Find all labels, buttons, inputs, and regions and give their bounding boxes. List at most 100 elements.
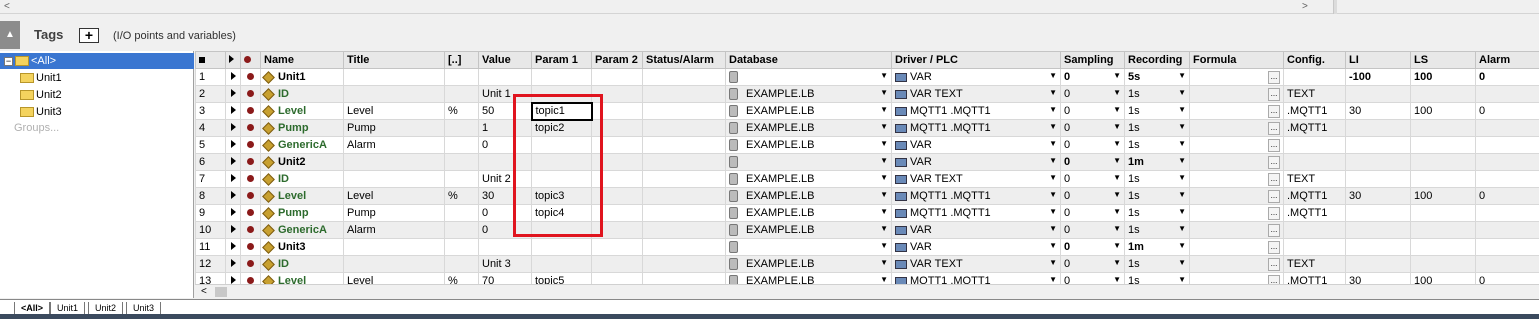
row-number[interactable]: 5 [195, 136, 226, 154]
col-header-formula[interactable]: Formula [1189, 51, 1284, 69]
ls-cell[interactable] [1410, 221, 1476, 239]
value-cell[interactable]: 0 [478, 221, 532, 239]
config-cell[interactable] [1283, 221, 1346, 239]
dropdown-arrow-icon[interactable]: ▼ [880, 122, 888, 131]
param2-cell[interactable] [591, 238, 643, 256]
scroll-left-icon[interactable]: < [201, 285, 207, 299]
col-header-sampling[interactable]: Sampling [1060, 51, 1125, 69]
name-cell[interactable]: ID [260, 255, 344, 273]
li-cell[interactable]: 30 [1345, 102, 1411, 120]
ls-cell[interactable] [1410, 136, 1476, 154]
param2-cell[interactable] [591, 255, 643, 273]
config-cell[interactable]: TEXT [1283, 170, 1346, 188]
database-cell[interactable]: EXAMPLE.LB ▼ [725, 102, 892, 120]
param2-cell[interactable] [591, 187, 643, 205]
record-dot-icon[interactable] [240, 187, 261, 205]
dropdown-arrow-icon[interactable]: ▼ [1178, 190, 1186, 199]
col-header-name[interactable]: Name [260, 51, 344, 69]
table-row[interactable]: 4 Pump Pump 1 topic2 EXAMPLE.LB ▼ MQTT1 .MQTT1 ▼… [195, 119, 1539, 137]
name-cell[interactable]: Level [260, 102, 344, 120]
sampling-cell[interactable]: 0 ▼ [1060, 153, 1125, 171]
status-cell[interactable] [642, 136, 726, 154]
title-cell[interactable]: Level [343, 272, 445, 284]
li-cell[interactable] [1345, 153, 1411, 171]
formula-cell[interactable]: ... [1189, 170, 1284, 188]
record-dot-icon[interactable] [240, 221, 261, 239]
ls-cell[interactable]: 100 [1410, 187, 1476, 205]
title-cell[interactable]: Alarm [343, 221, 445, 239]
dropdown-arrow-icon[interactable]: ▼ [1178, 207, 1186, 216]
config-cell[interactable]: TEXT [1283, 85, 1346, 103]
dropdown-arrow-icon[interactable]: ▼ [1113, 156, 1121, 165]
config-cell[interactable]: .MQTT1 [1283, 102, 1346, 120]
value-cell[interactable]: 50 [478, 102, 532, 120]
database-cell[interactable]: EXAMPLE.LB ▼ [725, 204, 892, 222]
driver-cell[interactable]: MQTT1 .MQTT1 ▼ [891, 119, 1061, 137]
param2-cell[interactable] [591, 136, 643, 154]
col-header-database[interactable]: Database [725, 51, 892, 69]
play-icon[interactable] [225, 272, 241, 284]
status-cell[interactable] [642, 204, 726, 222]
play-icon[interactable] [225, 153, 241, 171]
ls-cell[interactable] [1410, 85, 1476, 103]
top-scrollbar[interactable]: < > [0, 0, 1539, 14]
driver-cell[interactable]: VAR ▼ [891, 153, 1061, 171]
record-dot-icon[interactable] [240, 85, 261, 103]
dropdown-arrow-icon[interactable]: ▼ [1113, 258, 1121, 267]
ellipsis-button[interactable]: ... [1268, 207, 1280, 220]
status-cell[interactable] [642, 255, 726, 273]
driver-cell[interactable]: VAR ▼ [891, 136, 1061, 154]
table-row[interactable]: 9 Pump Pump 0 topic4 EXAMPLE.LB ▼ MQTT1 .MQTT1 ▼… [195, 204, 1539, 222]
value-cell[interactable] [478, 238, 532, 256]
dropdown-arrow-icon[interactable]: ▼ [1113, 224, 1121, 233]
dropdown-arrow-icon[interactable]: ▼ [880, 190, 888, 199]
dropdown-arrow-icon[interactable]: ▼ [1113, 207, 1121, 216]
formula-cell[interactable]: ... [1189, 119, 1284, 137]
config-cell[interactable]: .MQTT1 [1283, 187, 1346, 205]
alarm-cell[interactable]: 0 [1475, 68, 1539, 86]
database-cell[interactable]: EXAMPLE.LB ▼ [725, 272, 892, 284]
collapse-up-icon[interactable]: ▲ [0, 21, 20, 49]
name-cell[interactable]: ID [260, 85, 344, 103]
name-cell[interactable]: Pump [260, 119, 344, 137]
ellipsis-button[interactable]: ... [1268, 173, 1280, 186]
driver-cell[interactable]: MQTT1 .MQTT1 ▼ [891, 272, 1061, 284]
splitter[interactable] [1333, 0, 1337, 14]
ellipsis-button[interactable]: ... [1268, 275, 1280, 284]
dropdown-arrow-icon[interactable]: ▼ [1049, 224, 1057, 233]
play-icon[interactable] [225, 187, 241, 205]
col-header-param2[interactable]: Param 2 [591, 51, 643, 69]
horizontal-scrollbar[interactable]: < [195, 284, 1539, 298]
table-row[interactable]: 5GenericAAlarm0EXAMPLE.LB▼VAR▼0▼1s▼.....… [195, 136, 1539, 154]
param1-cell[interactable] [531, 85, 592, 103]
formula-cell[interactable]: ... [1189, 272, 1284, 284]
param2-cell[interactable] [591, 221, 643, 239]
col-header-value[interactable]: Value [478, 51, 532, 69]
row-number[interactable]: 4 [195, 119, 226, 137]
li-cell[interactable] [1345, 85, 1411, 103]
title-cell[interactable] [343, 85, 445, 103]
dropdown-arrow-icon[interactable]: ▼ [880, 241, 888, 250]
scroll-thumb[interactable] [215, 287, 227, 297]
ls-cell[interactable] [1410, 238, 1476, 256]
play-icon[interactable] [225, 221, 241, 239]
param1-cell[interactable]: topic2 [531, 119, 592, 137]
database-cell[interactable]: EXAMPLE.LB ▼ [725, 221, 892, 239]
formula-cell[interactable]: ... [1189, 221, 1284, 239]
recording-cell[interactable]: 1m ▼ [1124, 238, 1190, 256]
dropdown-arrow-icon[interactable]: ▼ [1178, 105, 1186, 114]
database-cell[interactable]: EXAMPLE.LB ▼ [725, 187, 892, 205]
dropdown-arrow-icon[interactable]: ▼ [1113, 139, 1121, 148]
config-cell[interactable] [1283, 68, 1346, 86]
dropdown-arrow-icon[interactable]: ▼ [880, 88, 888, 97]
driver-cell[interactable]: VAR ▼ [891, 238, 1061, 256]
alarm-cell[interactable] [1475, 255, 1539, 273]
sampling-cell[interactable]: 0 ▼ [1060, 255, 1125, 273]
dropdown-arrow-icon[interactable]: ▼ [1049, 241, 1057, 250]
recording-cell[interactable]: 1s ▼ [1124, 255, 1190, 273]
status-cell[interactable] [642, 102, 726, 120]
alarm-cell[interactable] [1475, 204, 1539, 222]
param1-cell[interactable] [531, 221, 592, 239]
col-header-li[interactable]: LI [1345, 51, 1411, 69]
table-row[interactable]: 8 Level Level% 30 topic3 EXAMPLE.LB ▼ MQTT1 .MQ… [195, 187, 1539, 205]
